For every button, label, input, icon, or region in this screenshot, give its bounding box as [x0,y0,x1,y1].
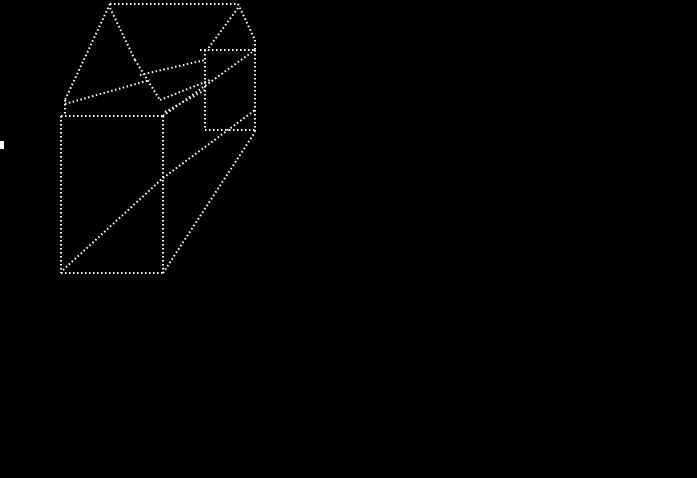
roof-cross-line [139,59,206,76]
gable-left-lower [134,59,161,101]
gable-right-inner [206,7,239,51]
drawing-canvas [0,0,697,478]
roof-front-line [159,79,211,101]
side-diagonal [162,109,256,179]
gable-left-inner [109,7,136,61]
side-bottom-edge [162,131,256,274]
roof-rear-line [64,79,151,105]
text-cursor [0,141,4,149]
roof-lower-line [164,89,206,113]
roof-back-slope [237,3,256,41]
roof-front-slope [64,3,111,101]
wireframe-drawing [60,3,256,274]
front-diagonal [62,177,164,271]
